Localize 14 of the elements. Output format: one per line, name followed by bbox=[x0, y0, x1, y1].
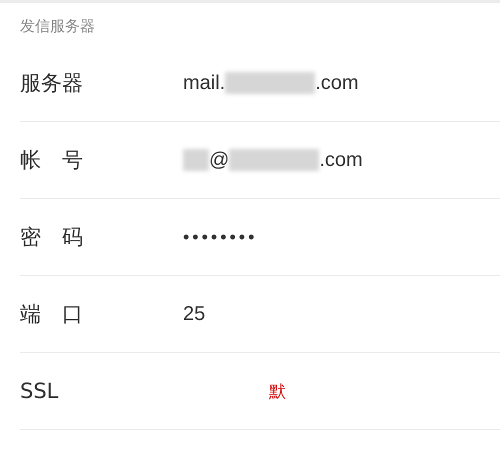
option-value: 默 bbox=[269, 380, 286, 402]
field-label: 密 码 bbox=[20, 224, 84, 251]
password-dots: •••••••• bbox=[183, 226, 258, 248]
field-value: 25 bbox=[183, 302, 206, 326]
field-label: 帐 号 bbox=[20, 147, 84, 174]
field-value: .com bbox=[315, 72, 359, 94]
field-value: mail. bbox=[183, 72, 226, 94]
field-value: @ bbox=[209, 148, 230, 172]
section-header: 发信服务器 bbox=[19, 16, 96, 37]
field-value: .com bbox=[319, 148, 363, 172]
field-label: 服务器 bbox=[20, 70, 84, 97]
field-label: SSL bbox=[20, 379, 60, 403]
field-label: 端 口 bbox=[20, 301, 84, 328]
blurred-text bbox=[183, 149, 209, 171]
